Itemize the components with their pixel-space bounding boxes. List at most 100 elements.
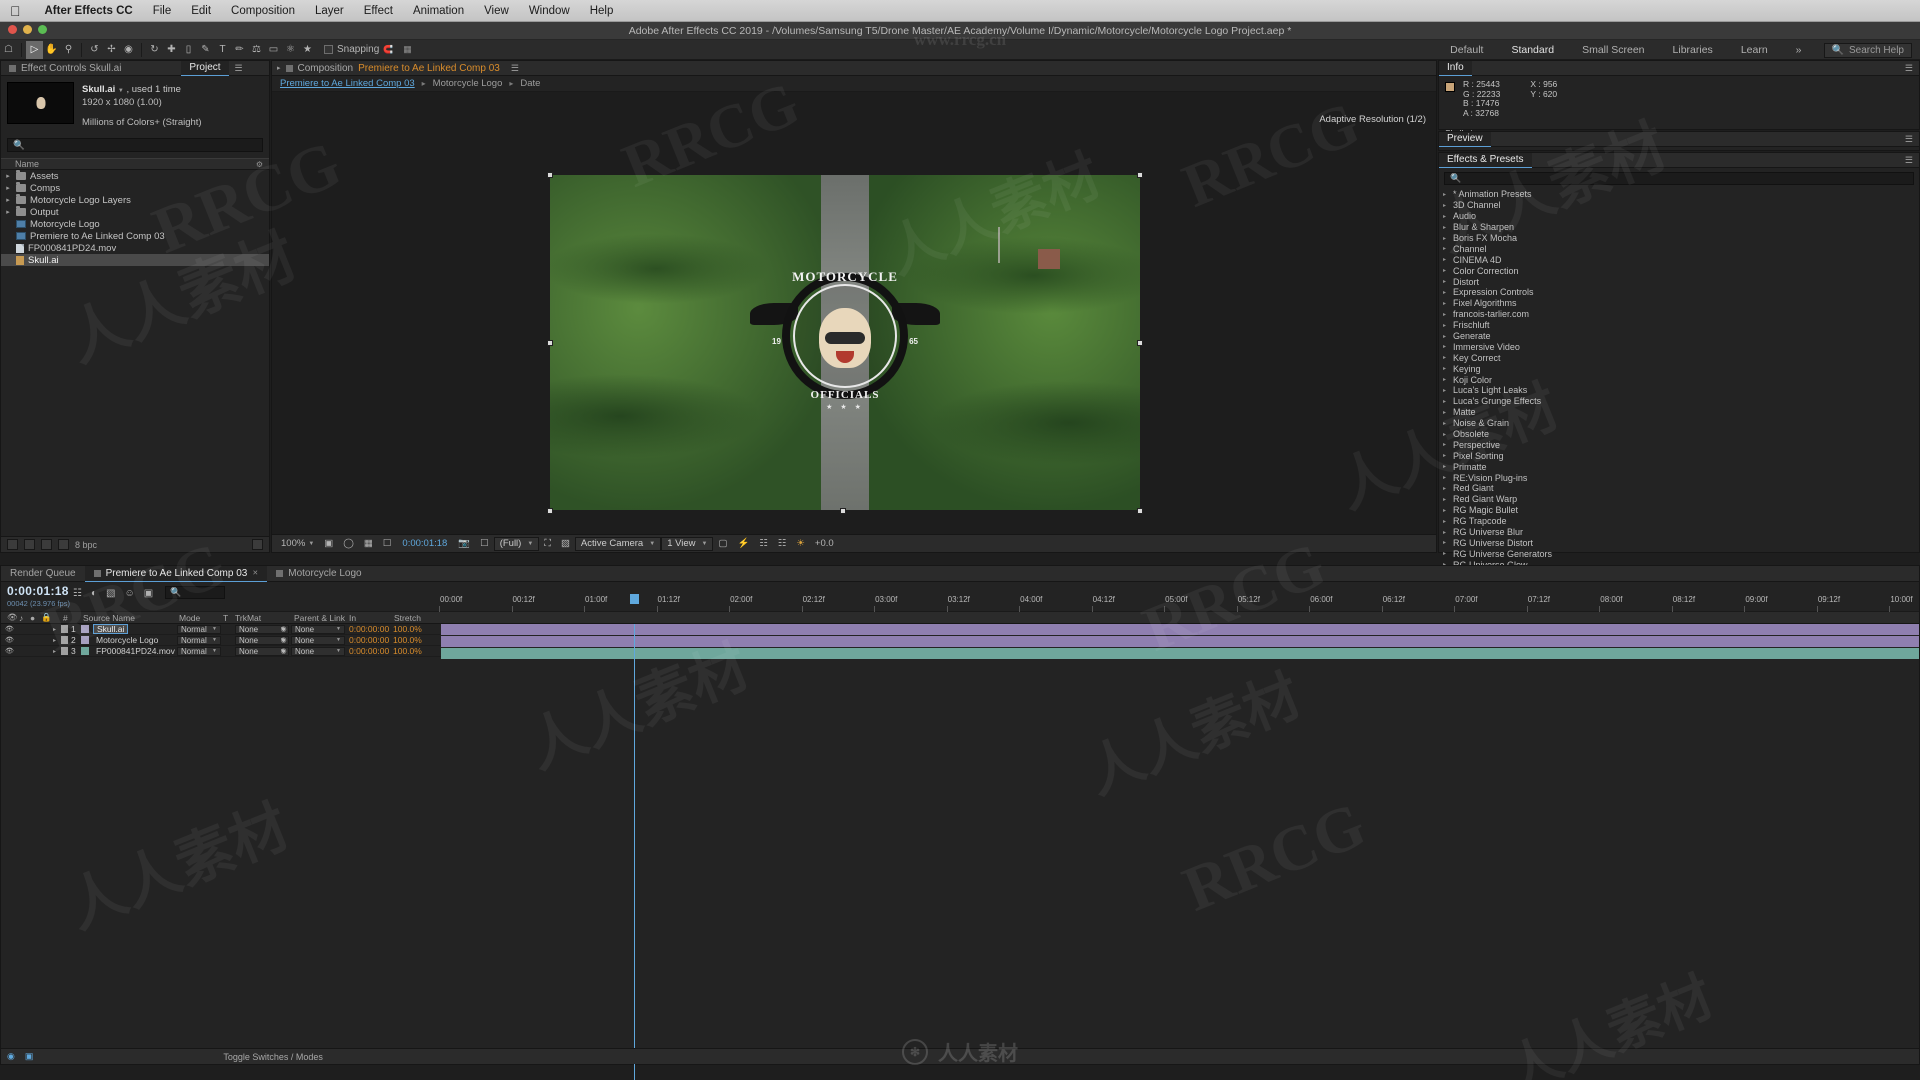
- resolution-selector[interactable]: (Full) ▼: [493, 536, 540, 551]
- chevron-right-icon[interactable]: ▸: [277, 64, 281, 72]
- twirl-icon[interactable]: ▸: [1443, 235, 1449, 242]
- effects-category-item[interactable]: ▸ Immersive Video: [1439, 341, 1919, 352]
- twirl-icon[interactable]: ▸: [1443, 463, 1449, 470]
- new-comp-icon[interactable]: [58, 539, 69, 550]
- layer-color-swatch[interactable]: [61, 625, 68, 633]
- panel-menu-icon[interactable]: ☰: [235, 63, 243, 74]
- hand-tool-icon[interactable]: ✋: [43, 41, 60, 59]
- layer-in-point[interactable]: 0:00:00:00: [349, 635, 389, 645]
- twirl-icon[interactable]: ▸: [1443, 300, 1449, 307]
- twirl-icon[interactable]: ▸: [1443, 376, 1449, 383]
- workspace-overflow-icon[interactable]: »: [1782, 44, 1816, 56]
- menu-item-window[interactable]: Window: [519, 5, 580, 17]
- tab-effects-presets[interactable]: Effects & Presets: [1439, 152, 1532, 168]
- timeline-track-area[interactable]: [438, 594, 1919, 1080]
- menu-item-animation[interactable]: Animation: [403, 5, 474, 17]
- dolly-tool-icon[interactable]: ◉: [120, 41, 137, 59]
- show-snapshot-icon[interactable]: ☐: [475, 537, 494, 551]
- panel-menu-icon[interactable]: ☰: [1905, 63, 1919, 74]
- effects-category-item[interactable]: ▸ francois-tarlier.com: [1439, 309, 1919, 320]
- menu-item-app[interactable]: After Effects CC: [35, 5, 143, 17]
- twirl-icon[interactable]: ▸: [1443, 256, 1449, 263]
- project-search-input[interactable]: 🔍: [7, 138, 263, 152]
- menu-item-view[interactable]: View: [474, 5, 519, 17]
- search-help-box[interactable]: 🔍 Search Help: [1823, 42, 1912, 58]
- layer-source-name[interactable]: Skull.ai: [93, 624, 129, 634]
- breadcrumb-item-2[interactable]: Date: [520, 78, 540, 89]
- breadcrumb-item-0[interactable]: Premiere to Ae Linked Comp 03: [280, 78, 415, 89]
- layer-in-point[interactable]: 0:00:00:00: [349, 646, 389, 656]
- pixel-aspect-correction-icon[interactable]: ▢: [713, 537, 732, 551]
- home-icon[interactable]: ☖: [0, 41, 17, 59]
- layer-pickwhip-icon[interactable]: ◉: [279, 625, 288, 634]
- layer-lock-toggle-icon[interactable]: [41, 636, 50, 645]
- snapshot-icon[interactable]: 📷: [453, 537, 475, 551]
- twirl-icon[interactable]: ▸: [1443, 354, 1449, 361]
- new-folder-icon[interactable]: [41, 539, 52, 550]
- layer-solo-toggle-icon[interactable]: [29, 647, 38, 656]
- current-timecode[interactable]: 0:00:01:18: [396, 538, 453, 549]
- layer-solo-toggle-icon[interactable]: [29, 625, 38, 634]
- twirl-icon[interactable]: ▸: [1443, 431, 1449, 438]
- twirl-icon[interactable]: ▸: [1443, 409, 1449, 416]
- effects-category-item[interactable]: ▸ Blur & Sharpen: [1439, 222, 1919, 233]
- effects-category-item[interactable]: ▸ Luca's Grunge Effects: [1439, 396, 1919, 407]
- effects-category-item[interactable]: ▸ Boris FX Mocha: [1439, 233, 1919, 244]
- apple-icon[interactable]: : [10, 4, 21, 18]
- layer-preserve-transparency-icon[interactable]: [225, 625, 234, 634]
- fast-preview-icon[interactable]: ⚡: [732, 537, 754, 551]
- project-list-item[interactable]: Premiere to Ae Linked Comp 03: [1, 230, 269, 242]
- playhead[interactable]: [630, 594, 639, 1080]
- project-settings-icon[interactable]: [24, 539, 35, 550]
- effects-category-item[interactable]: ▸ Red Giant Warp: [1439, 494, 1919, 505]
- twirl-icon[interactable]: ▸: [1443, 343, 1449, 350]
- tab-info[interactable]: Info: [1439, 60, 1472, 76]
- twirl-icon[interactable]: ▸: [1443, 278, 1449, 285]
- puppet-pin-tool-icon[interactable]: ★: [299, 41, 316, 59]
- layer-audio-toggle-icon[interactable]: [17, 636, 26, 645]
- selection-handle[interactable]: [547, 340, 553, 346]
- layer-preserve-transparency-icon[interactable]: [225, 647, 234, 656]
- layer-stretch[interactable]: 100.0%: [393, 624, 422, 634]
- layer-parent-selector[interactable]: None ▼: [291, 635, 345, 645]
- project-list-item[interactable]: ▸ Motorcycle Logo Layers: [1, 194, 269, 206]
- anchor-point-tool-icon[interactable]: ✚: [163, 41, 180, 59]
- effects-category-item[interactable]: ▸ Perspective: [1439, 439, 1919, 450]
- effects-search-input[interactable]: 🔍: [1444, 172, 1914, 185]
- composition-tab-name[interactable]: Premiere to Ae Linked Comp 03: [358, 63, 500, 74]
- effects-category-item[interactable]: ▸ CINEMA 4D: [1439, 254, 1919, 265]
- effects-category-item[interactable]: ▸ Audio: [1439, 211, 1919, 222]
- twirl-icon[interactable]: ▸: [1443, 311, 1449, 318]
- toggle-transparency-grid-icon[interactable]: ▦: [359, 537, 378, 551]
- effects-category-item[interactable]: ▸ RG Universe Generators: [1439, 548, 1919, 559]
- motion-blur-toggle-icon[interactable]: ▣: [25, 1051, 34, 1062]
- twirl-icon[interactable]: ▸: [1443, 191, 1449, 198]
- roto-brush-tool-icon[interactable]: ⚛: [282, 41, 299, 59]
- layer-video-toggle-icon[interactable]: 👁: [5, 636, 14, 645]
- orbit-tool-icon[interactable]: ↺: [86, 41, 103, 59]
- layer-color-swatch[interactable]: [61, 647, 68, 655]
- layer-solo-toggle-icon[interactable]: [29, 636, 38, 645]
- effects-category-item[interactable]: ▸ Noise & Grain: [1439, 418, 1919, 429]
- menu-item-file[interactable]: File: [143, 5, 182, 17]
- layer-lock-toggle-icon[interactable]: [41, 647, 50, 656]
- tab-effect-controls[interactable]: Effect Controls Skull.ai: [1, 61, 129, 76]
- effects-category-item[interactable]: ▸ Luca's Light Leaks: [1439, 385, 1919, 396]
- layer-in-point[interactable]: 0:00:00:00: [349, 624, 389, 634]
- graph-editor-icon[interactable]: ☷: [73, 588, 82, 599]
- effects-category-item[interactable]: ▸ Fixel Algorithms: [1439, 298, 1919, 309]
- twirl-icon[interactable]: ▸: [1443, 518, 1449, 525]
- close-icon[interactable]: ✕: [252, 569, 258, 577]
- twirl-icon[interactable]: ▸: [4, 208, 12, 216]
- delete-icon[interactable]: [252, 539, 263, 550]
- twirl-icon[interactable]: ▸: [1443, 333, 1449, 340]
- menu-item-effect[interactable]: Effect: [354, 5, 403, 17]
- twirl-icon[interactable]: ▸: [4, 196, 12, 204]
- twirl-icon[interactable]: ▸: [1443, 213, 1449, 220]
- tab-render-queue[interactable]: Render Queue: [1, 566, 85, 582]
- shape-tool-icon[interactable]: ▯: [180, 41, 197, 59]
- grid-guides-icon[interactable]: ▦: [403, 44, 412, 55]
- twirl-icon[interactable]: ▸: [4, 184, 12, 192]
- pan-tool-icon[interactable]: ✢: [103, 41, 120, 59]
- zoom-tool-icon[interactable]: ⚲: [60, 41, 77, 59]
